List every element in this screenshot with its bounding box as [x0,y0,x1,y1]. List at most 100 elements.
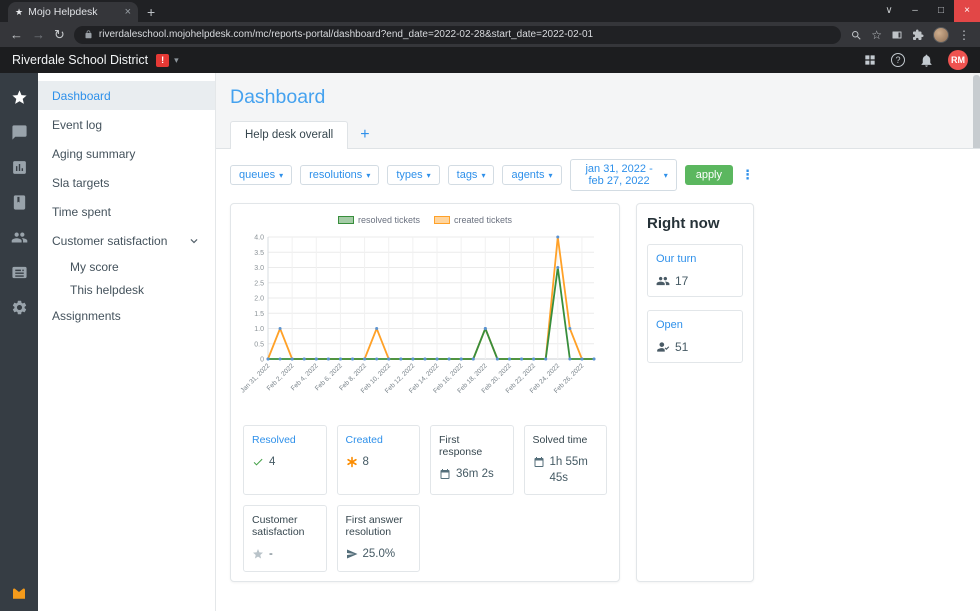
window-controls: ∨ – □ × [876,0,980,22]
chart-legend: resolved tickets created tickets [240,215,610,225]
sidebar-item-time-spent[interactable]: Time spent [38,197,215,226]
stat-value: 1h 55m 45s [549,456,588,484]
cards-row: resolved tickets created tickets 0 0.5 1.0 1… [230,203,980,582]
stat-value: - [269,548,273,561]
sidebar-item-assignments[interactable]: Assignments [38,301,215,330]
sidebar-item-label: This helpdesk [70,282,145,297]
tab-help-desk-overall[interactable]: Help desk overall [230,121,349,149]
caret-down-icon: ▾ [481,170,486,180]
rail-messages-icon[interactable] [11,124,28,141]
main-content: Dashboard Help desk overall + queues ▾ res… [216,73,980,611]
stat-value-row: 8 [346,455,412,471]
sidebar-item-label: Dashboard [52,88,111,103]
reload-icon[interactable]: ↻ [54,28,65,41]
side-panel-icon[interactable] [891,29,903,41]
rail-docs-icon[interactable] [11,194,28,211]
sidebar-item-dashboard[interactable]: Dashboard [38,81,215,110]
user-check-icon [656,340,670,354]
apps-grid-icon[interactable] [863,53,877,67]
ticket-chart: 00.51.01.52.02.53.03.54.0Jan 31, 2022Feb… [240,235,596,395]
filter-resolutions[interactable]: resolutions ▾ [300,165,380,185]
stat-value: 8 [362,456,369,468]
star-icon [252,548,264,560]
legend-item[interactable]: created tickets [434,215,512,225]
sidebar-item-event-log[interactable]: Event log [38,110,215,139]
stat-label: First answer resolution [345,514,403,539]
alert-badge[interactable]: ! [156,53,170,67]
sidebar-item-this-helpdesk[interactable]: This helpdesk [38,278,215,301]
tickets-chart-card: resolved tickets created tickets 0 0.5 1.0 1… [230,203,620,582]
legend-item[interactable]: resolved tickets [337,215,420,225]
stat-value-row: 25.0% [346,547,412,563]
rail-settings-icon[interactable] [11,299,28,316]
rail-news-icon[interactable] [11,264,28,281]
filter-types[interactable]: types ▾ [387,165,440,185]
add-tab-button[interactable]: + [360,127,369,148]
forward-icon[interactable]: → [32,28,45,41]
dashboard-tabs: Help desk overall + [216,120,980,149]
user-avatar[interactable]: RM [948,50,968,70]
filter-tags[interactable]: tags ▾ [447,165,495,185]
stat-label: Solved time [532,434,588,446]
account-name[interactable]: Riverdale School District [12,53,148,67]
browser-profile-avatar[interactable] [933,26,949,43]
account-caret-icon[interactable]: ▾ [174,55,179,66]
stat-card-first-response: First response 36m 2s [430,425,514,496]
date-range-picker[interactable]: jan 31, 2022 - feb 27, 2022 ▾ [569,159,677,191]
filter-agents[interactable]: agents ▾ [502,165,562,185]
stat-card-customer-satisfaction: Customer satisfaction - [243,505,327,572]
tab-search-icon[interactable]: ∨ [876,0,902,22]
stat-card-created: Created 8 [336,425,420,496]
minimize-icon[interactable]: – [902,0,928,22]
sidebar-item-my-score[interactable]: My score [38,255,215,278]
stat-value: 4 [269,456,276,468]
browser-window: ★ Mojo Helpdesk × + ∨ – □ × ← → ↻ riverd… [0,0,980,611]
extensions-icon[interactable] [912,29,924,41]
address-bar[interactable]: riverdaleschool.mojohelpdesk.com/mc/repo… [73,25,842,44]
stats-grid: Resolved 4 Created 8 First response 36m 2s Sol… [240,425,610,572]
new-tab-button[interactable]: + [147,5,155,19]
apply-button[interactable]: apply [684,165,733,185]
svg-text:0: 0 [260,357,264,364]
chevron-down-icon[interactable] [187,234,201,248]
sidebar-item-aging-summary[interactable]: Aging summary [38,139,215,168]
lock-icon [84,30,93,39]
sidebar-item-label: Event log [52,117,103,132]
svg-text:1.5: 1.5 [254,311,264,318]
more-options-icon[interactable]: ⋮ [741,167,754,183]
sidebar-item-label: Aging summary [52,146,136,161]
side-menu: Dashboard Event log Aging summary Sla targe… [38,73,216,611]
svg-text:3.0: 3.0 [254,265,264,272]
asterisk-icon [346,456,358,468]
sidebar-item-customer-satisfaction[interactable]: Customer satisfaction [38,226,215,255]
notifications-bell-icon[interactable] [919,53,934,68]
svg-text:2.5: 2.5 [254,280,264,287]
browser-tab[interactable]: ★ Mojo Helpdesk × [8,2,138,22]
bookmark-star-icon[interactable]: ☆ [871,28,882,42]
rightnow-open: Open 51 [647,310,743,363]
zoom-icon[interactable] [850,29,862,41]
filter-label: tags [456,169,478,181]
filter-queues[interactable]: queues ▾ [230,165,293,185]
help-icon[interactable]: ? [891,53,905,67]
tab-close-icon[interactable]: × [125,6,131,18]
rightnow-label[interactable]: Our turn [656,253,734,265]
rail-star-icon[interactable] [11,89,28,106]
url-text: riverdaleschool.mojohelpdesk.com/mc/repo… [98,29,594,40]
rail-users-icon[interactable] [11,229,28,246]
rail-reports-icon[interactable] [11,159,28,176]
tab-title: Mojo Helpdesk [28,6,98,18]
rightnow-label[interactable]: Open [656,319,734,331]
stat-card-resolved: Resolved 4 [243,425,327,496]
stat-value: 36m 2s [456,468,494,480]
stat-label[interactable]: Created [346,434,412,446]
maximize-icon[interactable]: □ [928,0,954,22]
sidebar-item-sla-targets[interactable]: Sla targets [38,168,215,197]
stat-label[interactable]: Resolved [252,434,318,446]
tab-content-panel: queues ▾ resolutions ▾ types ▾ tags ▾ agents ▾ ja… [216,148,980,611]
stat-value-row: 4 [252,455,318,471]
close-icon[interactable]: × [954,0,980,22]
browser-menu-icon[interactable]: ⋮ [958,28,970,42]
stat-card-first-answer-resolution: First answer resolution 25.0% [336,505,420,572]
back-icon[interactable]: ← [10,28,23,41]
